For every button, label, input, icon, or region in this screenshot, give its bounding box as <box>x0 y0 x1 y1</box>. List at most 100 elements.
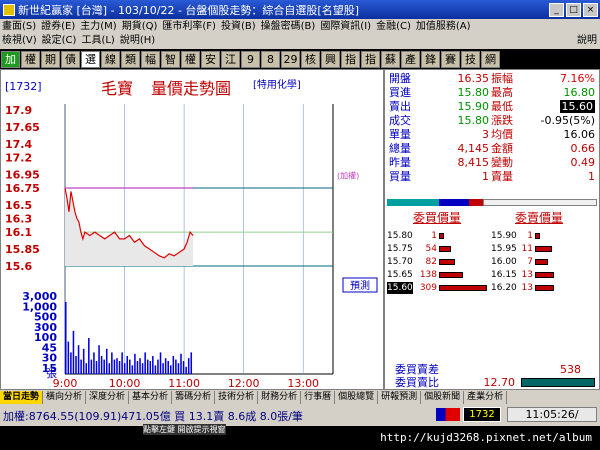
toolbar-button-19[interactable]: 蘇 <box>381 50 400 68</box>
toolbar-button-17[interactable]: 指 <box>341 50 360 68</box>
price-tick-label: 16.75 <box>5 182 40 195</box>
toolbar-button-5[interactable]: 線 <box>101 50 120 68</box>
quote-label: 開盤 <box>389 72 411 85</box>
quote-label: 最低 <box>491 100 513 113</box>
menu2-item-1[interactable]: 設定(C) <box>42 34 77 48</box>
analysis-tab-8[interactable]: 個股總覽 <box>335 390 379 404</box>
order-ratio-label: 委買賣比 <box>395 376 439 389</box>
toolbar-button-6[interactable]: 類 <box>121 50 140 68</box>
menu-item-1[interactable]: 證券(E) <box>41 20 75 34</box>
menu-item-5[interactable]: 投資(B) <box>221 20 256 34</box>
quote-label: 漲跌 <box>491 114 513 127</box>
analysis-tab-4[interactable]: 籌碼分析 <box>172 390 216 404</box>
quote-value: 3 <box>482 128 489 141</box>
quote-row: 總量 4,145 金額 0.66 <box>385 142 600 155</box>
analysis-tab-10[interactable]: 個股新聞 <box>421 390 465 404</box>
menu-item-8[interactable]: 金融(C) <box>376 20 411 34</box>
app-icon <box>3 3 15 16</box>
quote-label: 賣量 <box>491 170 513 183</box>
stock-code-input[interactable]: 1732 <box>463 407 501 422</box>
menu-item-3[interactable]: 期貨(Q) <box>122 20 158 34</box>
analysis-tab-5[interactable]: 技術分析 <box>215 390 259 404</box>
price-tick-label: 16.1 <box>5 226 32 239</box>
menu-item-0[interactable]: 畫面(S) <box>2 20 36 34</box>
volume-bar <box>182 361 185 374</box>
volume-bar <box>72 330 75 374</box>
bid-qty-bar <box>439 285 487 291</box>
window-title: 新世紀贏家 [台灣] - 103/10/22 - 台盤個股走勢：綜合自選股[名望… <box>18 3 359 17</box>
quote-value: 15.60 <box>559 100 595 113</box>
close-button[interactable]: × <box>583 2 598 17</box>
toolbar-button-4[interactable]: 選 <box>81 50 100 68</box>
toolbar-button-10[interactable]: 安 <box>201 50 220 68</box>
forecast-badge[interactable]: 預測 <box>342 277 378 293</box>
analysis-tab-7[interactable]: 行事曆 <box>301 390 336 404</box>
volume-bar <box>159 352 162 374</box>
intraday-chart: [1732] 毛寶 量價走勢圖 [特用化學]9:00 10:00 11:00 12:00 13… <box>5 78 378 390</box>
volume-bar <box>129 359 131 374</box>
menu-item-9[interactable]: 加值服務(A) <box>416 20 471 34</box>
analysis-tab-1[interactable]: 橫向分析 <box>43 390 87 404</box>
volume-bar <box>111 352 113 374</box>
volume-bar <box>162 363 164 374</box>
analysis-tabs: 當日走勢 橫向分析 深度分析 基本分析 籌碼分析 技術分析 財務分析 行事曆 個股總覽 研報預測個… <box>0 390 600 404</box>
menu2-item-0[interactable]: 檢視(V) <box>2 34 37 48</box>
menu-item-2[interactable]: 主力(M) <box>80 20 116 34</box>
toolbar-button-1[interactable]: 權 <box>21 50 40 68</box>
toolbar-button-20[interactable]: 產 <box>401 50 420 68</box>
menu-item-6[interactable]: 操盤密碼(B) <box>261 20 316 34</box>
toolbar-button-3[interactable]: 債 <box>61 50 80 68</box>
toolbar-button-13[interactable]: 8 <box>261 50 280 68</box>
price-tick-label: 17.2 <box>5 151 32 164</box>
quote-row: 開盤 16.35 振幅 7.16% <box>385 72 600 85</box>
minimize-button[interactable]: _ <box>549 2 564 17</box>
quote-label: 均價 <box>491 128 513 141</box>
menu-row-2: 檢視(V) 設定(C) 工具(L) 說明(H) <box>2 34 160 48</box>
volume-bar <box>75 356 77 374</box>
volume-bar <box>82 348 85 374</box>
menu2-item-2[interactable]: 工具(L) <box>81 34 114 48</box>
toolbar-button-21[interactable]: 鋒 <box>421 50 440 68</box>
price-tick-label: 16.5 <box>5 199 32 212</box>
toolbar-button-11[interactable]: 江 <box>221 50 240 68</box>
ask-price: 16.15 <box>491 270 517 280</box>
toolbar-button-12[interactable]: 9 <box>241 50 260 68</box>
menu-item-4[interactable]: 匯市利率(F) <box>162 20 216 34</box>
analysis-tab-3[interactable]: 基本分析 <box>129 390 173 404</box>
toolbar-button-16[interactable]: 興 <box>321 50 340 68</box>
toolbar-button-0[interactable]: 加 <box>1 50 20 68</box>
toolbar-button-24[interactable]: 網 <box>481 50 500 68</box>
volume-bar <box>134 353 136 374</box>
toolbar-button-15[interactable]: 核 <box>301 50 320 68</box>
volume-bar <box>154 365 157 374</box>
bid-qty: 54 <box>425 244 437 254</box>
volume-bar <box>80 359 82 374</box>
menu-help[interactable]: 說明 <box>577 34 597 48</box>
bid-qty: 309 <box>419 283 437 293</box>
bid-price: 15.65 <box>387 270 413 280</box>
quote-label: 振幅 <box>491 72 513 85</box>
toolbar-button-9[interactable]: 權 <box>181 50 200 68</box>
analysis-tab-2[interactable]: 深度分析 <box>86 390 130 404</box>
toolbar-button-7[interactable]: 幅 <box>141 50 160 68</box>
forecast-label: 預測 <box>350 279 370 292</box>
menu2-item-3[interactable]: 說明(H) <box>120 34 155 48</box>
volume-bar <box>126 356 128 374</box>
toolbar-button-8[interactable]: 智 <box>161 50 180 68</box>
price-tick-label: 16.95 <box>5 168 40 181</box>
analysis-tab-0[interactable]: 當日走勢 <box>0 390 44 404</box>
toolbar-button-22[interactable]: 賽 <box>441 50 460 68</box>
analysis-tab-11[interactable]: 產業分析 <box>464 390 508 404</box>
volume-bar <box>177 363 180 374</box>
toolbar-button-23[interactable]: 技 <box>461 50 480 68</box>
volume-bar <box>116 358 118 374</box>
analysis-tab-9[interactable]: 研報預測 <box>378 390 422 404</box>
toolbar-button-14[interactable]: 29 <box>281 50 300 68</box>
bid-qty: 82 <box>425 257 437 267</box>
maximize-button[interactable]: □ <box>566 2 581 17</box>
toolbar-button-18[interactable]: 指 <box>361 50 380 68</box>
analysis-tab-6[interactable]: 財務分析 <box>258 390 302 404</box>
menu-item-7[interactable]: 國際資訊(I) <box>320 20 371 34</box>
toolbar-button-2[interactable]: 期 <box>41 50 60 68</box>
volume-bar <box>123 363 126 374</box>
